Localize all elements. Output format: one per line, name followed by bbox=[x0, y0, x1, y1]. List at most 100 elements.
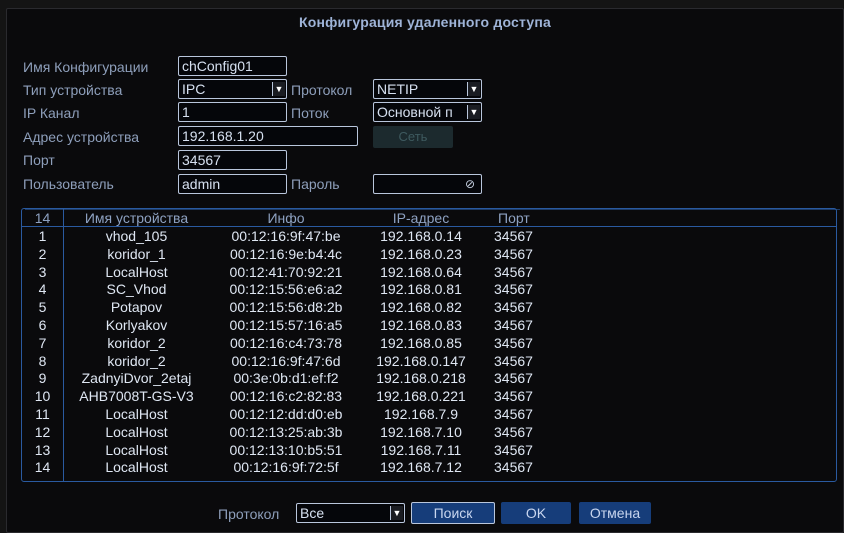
window-title: Конфигурация удаленного доступа bbox=[298, 14, 552, 30]
table-row[interactable]: 12 LocalHost 00:12:13:25:ab:3b 192.168.7.10… bbox=[22, 424, 836, 441]
ip-address-cell: 192.168.0.218 bbox=[376, 370, 466, 387]
device-address-field[interactable]: 192.168.1.20 bbox=[178, 126, 358, 146]
table-row[interactable]: 8 koridor_2 00:12:16:9f:47:6d 192.168.0.147… bbox=[22, 353, 836, 370]
table-row[interactable]: 1 vhod_105 00:12:16:9f:47:be 192.168.0.14 34… bbox=[22, 228, 836, 245]
ip-address-cell: 192.168.0.82 bbox=[380, 299, 462, 316]
protocol-value: NETIP bbox=[377, 81, 419, 97]
chevron-down-icon[interactable]: ▼ bbox=[467, 105, 480, 119]
port-cell: 34567 bbox=[494, 423, 533, 440]
ip-address-cell: 192.168.0.221 bbox=[376, 388, 466, 405]
ip-address-cell: 192.168.7.10 bbox=[380, 423, 462, 440]
row-number: 13 bbox=[34, 441, 51, 458]
ip-address-cell: 192.168.0.83 bbox=[380, 317, 462, 333]
network-button[interactable]: Сеть bbox=[373, 126, 453, 148]
device-name-cell: LocalHost bbox=[105, 406, 168, 422]
ip-address-cell: 192.168.0.147 bbox=[376, 352, 466, 369]
table-row[interactable]: 11 LocalHost 00:12:12:dd:d0:eb 192.168.7.9 3… bbox=[22, 406, 836, 423]
info-cell: 00:12:16:9f:72:5f bbox=[233, 459, 339, 476]
info-cell: 00:12:41:70:92:21 bbox=[229, 263, 343, 280]
device-name-cell: LocalHost bbox=[105, 263, 168, 280]
ip-address-cell: 192.168.7.12 bbox=[380, 459, 462, 476]
device-name-cell: vhod_105 bbox=[105, 228, 168, 244]
port-cell: 34567 bbox=[494, 441, 533, 458]
remote-access-config-window: Конфигурация удаленного доступа Имя Конф… bbox=[6, 8, 844, 533]
stream-label: Поток bbox=[291, 105, 329, 121]
device-name-cell: koridor_2 bbox=[107, 334, 166, 351]
table-row[interactable]: 5 Potapov 00:12:15:56:d8:2b 192.168.0.82 345… bbox=[22, 299, 836, 316]
device-name-cell: koridor_2 bbox=[107, 352, 166, 369]
info-cell: 00:12:12:dd:d0:eb bbox=[229, 406, 343, 422]
table-row[interactable]: 14 LocalHost 00:12:16:9f:72:5f 192.168.7.12… bbox=[22, 459, 836, 476]
password-field[interactable]: ⊘ bbox=[373, 174, 482, 194]
port-field[interactable]: 34567 bbox=[178, 150, 287, 170]
ip-address-cell: 192.168.0.14 bbox=[380, 228, 462, 244]
port-cell: 34567 bbox=[494, 281, 533, 298]
stream-select[interactable]: Основной п ▼ bbox=[373, 102, 482, 122]
row-number: 6 bbox=[38, 317, 47, 333]
table-row[interactable]: 3 LocalHost 00:12:41:70:92:21 192.168.0.64 3… bbox=[22, 264, 836, 281]
chevron-down-icon[interactable]: ▼ bbox=[272, 82, 285, 96]
info-cell: 00:12:13:10:b5:51 bbox=[229, 441, 343, 458]
info-cell: 00:12:16:c2:82:83 bbox=[229, 388, 343, 405]
port-cell: 34567 bbox=[494, 388, 533, 405]
row-number: 1 bbox=[38, 228, 47, 244]
port-cell: 34567 bbox=[494, 406, 533, 422]
device-type-value: IPC bbox=[182, 81, 206, 97]
ip-address-cell: 192.168.0.81 bbox=[380, 281, 462, 298]
user-field[interactable]: admin bbox=[178, 174, 287, 194]
table-row[interactable]: 13 LocalHost 00:12:13:10:b5:51 192.168.7.11… bbox=[22, 442, 836, 459]
config-name-field[interactable]: chConfig01 bbox=[178, 56, 287, 76]
table-header: 14 Имя устройства Инфо IP-адрес Порт bbox=[22, 209, 836, 227]
port-cell: 34567 bbox=[494, 370, 533, 387]
device-type-select[interactable]: IPC ▼ bbox=[178, 79, 287, 99]
device-table[interactable]: 14 Имя устройства Инфо IP-адрес Порт 1 vh… bbox=[21, 208, 837, 482]
info-cell: 00:12:16:c4:73:78 bbox=[229, 334, 343, 351]
cancel-button[interactable]: Отмена bbox=[579, 502, 651, 524]
row-number: 3 bbox=[38, 263, 47, 280]
protocol-select[interactable]: NETIP ▼ bbox=[373, 79, 482, 99]
port-cell: 34567 bbox=[494, 299, 533, 316]
search-button[interactable]: Поиск bbox=[411, 502, 495, 524]
port-header[interactable]: Порт bbox=[498, 209, 548, 227]
device-address-label: Адрес устройства bbox=[23, 129, 140, 145]
footer-protocol-select[interactable]: Все ▼ bbox=[296, 503, 405, 523]
device-name-header[interactable]: Имя устройства bbox=[64, 209, 209, 227]
footer-protocol-value: Все bbox=[300, 505, 325, 521]
port-cell: 34567 bbox=[494, 459, 533, 476]
row-number: 11 bbox=[35, 406, 50, 422]
row-number: 14 bbox=[34, 459, 51, 476]
device-name-cell: LocalHost bbox=[105, 441, 168, 458]
chevron-down-icon[interactable]: ▼ bbox=[467, 82, 480, 96]
table-row[interactable]: 9 ZadnyiDvor_2etaj 00:3e:0b:d1:ef:f2 192.16… bbox=[22, 370, 836, 387]
device-name-cell: ZadnyiDvor_2etaj bbox=[81, 370, 192, 387]
table-row[interactable]: 2 koridor_1 00:12:16:9e:b4:4c 192.168.0.23 3… bbox=[22, 246, 836, 263]
table-row[interactable]: 10 AHB7008T-GS-V3 00:12:16:c2:82:83 192.168… bbox=[22, 388, 836, 405]
row-number: 4 bbox=[38, 281, 47, 298]
hidden-eye-icon[interactable]: ⊘ bbox=[465, 175, 475, 193]
ip-address-cell: 192.168.0.85 bbox=[380, 334, 462, 351]
ip-address-cell: 192.168.0.64 bbox=[380, 263, 462, 280]
config-name-label: Имя Конфигурации bbox=[23, 59, 149, 75]
ip-address-cell: 192.168.7.11 bbox=[380, 441, 462, 458]
info-cell: 00:12:15:56:e6:a2 bbox=[229, 281, 343, 298]
device-name-cell: koridor_1 bbox=[107, 245, 166, 262]
port-cell: 34567 bbox=[494, 334, 533, 351]
ok-button[interactable]: OK bbox=[501, 502, 571, 524]
table-row[interactable]: 7 koridor_2 00:12:16:c4:73:78 192.168.0.85 3… bbox=[22, 335, 836, 352]
row-number: 12 bbox=[34, 423, 51, 440]
footer-protocol-label: Протокол bbox=[218, 506, 280, 522]
chevron-down-icon[interactable]: ▼ bbox=[390, 506, 403, 520]
device-name-cell: Potapov bbox=[110, 299, 163, 316]
ip-channel-field[interactable]: 1 bbox=[178, 102, 287, 122]
ip-address-header[interactable]: IP-адрес bbox=[360, 209, 482, 227]
table-row[interactable]: 4 SC_Vhod 00:12:15:56:e6:a2 192.168.0.81 345… bbox=[22, 281, 836, 298]
stream-value: Основной п bbox=[377, 104, 453, 120]
ip-channel-label: IP Канал bbox=[23, 105, 80, 121]
protocol-label: Протокол bbox=[291, 82, 353, 98]
device-count-header: 14 bbox=[34, 210, 51, 226]
row-number: 2 bbox=[38, 245, 47, 262]
port-cell: 34567 bbox=[494, 352, 533, 369]
info-header[interactable]: Инфо bbox=[212, 209, 360, 227]
table-row[interactable]: 6 Korlyakov 00:12:15:57:16:a5 192.168.0.83 3… bbox=[22, 317, 836, 334]
password-label: Пароль bbox=[291, 176, 340, 192]
